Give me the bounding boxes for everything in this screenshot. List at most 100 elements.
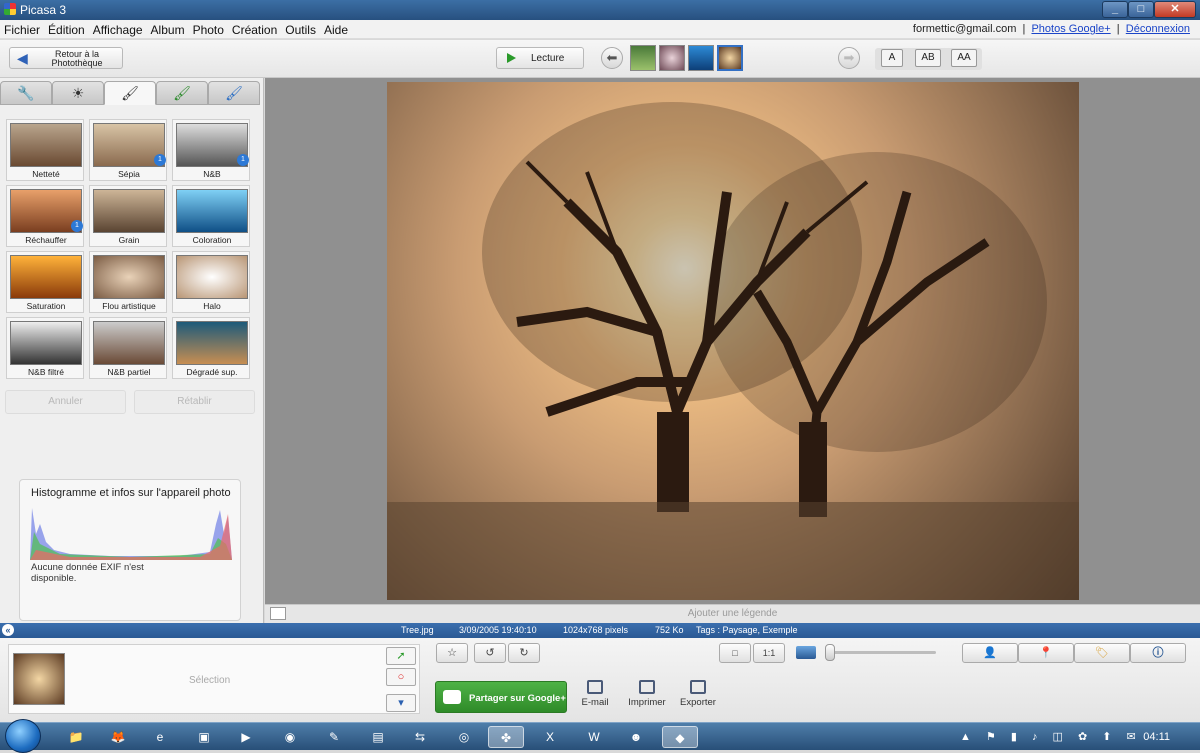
close-button[interactable]: ✕ xyxy=(1154,1,1196,18)
redo-button[interactable]: Rétablir xyxy=(134,390,255,414)
play-label: Lecture xyxy=(531,53,565,64)
app-taskbar-icon[interactable]: ▣ xyxy=(186,726,222,748)
chrome-taskbar-icon[interactable]: ◎ xyxy=(446,726,482,748)
app5-taskbar-icon[interactable]: ⇆ xyxy=(402,726,438,748)
camera-plus-icon xyxy=(443,690,461,704)
zoom-icon xyxy=(796,646,816,659)
picasa-taskbar-icon[interactable]: ✤ xyxy=(488,726,524,748)
album-dropdown-button[interactable]: ▾ xyxy=(386,694,416,712)
green-brush-icon: 🖌 xyxy=(173,85,191,101)
rotate-right-icon: ↻ xyxy=(519,647,529,659)
effect-nb-filtre[interactable]: N&B filtré xyxy=(6,317,84,379)
start-button[interactable] xyxy=(5,719,41,753)
tab-effects[interactable]: 🖌 xyxy=(104,81,156,105)
hold-pin-button[interactable]: ➚ xyxy=(386,647,416,665)
info-icon: ⓘ xyxy=(1152,647,1164,659)
app2-taskbar-icon[interactable]: ◉ xyxy=(272,726,308,748)
back-to-library-button[interactable]: ◀ Retour à la Photothèque xyxy=(9,47,123,69)
star-button[interactable]: ☆ xyxy=(436,643,468,663)
app7-taskbar-icon[interactable]: ◆ xyxy=(662,726,698,748)
previous-photo-button[interactable]: ⬅ xyxy=(601,47,623,69)
maximize-button[interactable]: □ xyxy=(1128,1,1154,18)
menu-affichage[interactable]: Affichage xyxy=(89,20,147,40)
share-label: Partager sur Google+ xyxy=(469,693,566,704)
photo-viewer xyxy=(265,78,1200,605)
menu-creation[interactable]: Création xyxy=(228,20,281,40)
effect-flou-artistique[interactable]: Flou artistique xyxy=(89,251,167,313)
email-button[interactable]: E-mail xyxy=(570,680,620,708)
collapse-icon[interactable]: « xyxy=(2,624,14,636)
zoom-slider-handle[interactable] xyxy=(825,644,835,661)
app3-taskbar-icon[interactable]: ✎ xyxy=(316,726,352,748)
rotate-left-icon: ↺ xyxy=(485,647,495,659)
clear-selection-button[interactable]: ○ xyxy=(386,668,416,686)
excel-taskbar-icon[interactable]: X xyxy=(532,726,568,748)
file-size: 752 Ko xyxy=(655,625,684,635)
tab-effects-3[interactable]: 🖌 xyxy=(208,81,260,105)
fit-button[interactable]: □ xyxy=(719,643,751,663)
system-tray-icons[interactable]: ▲ ⚑ ▮ ♪ ◫ ✿ ⬆ ✉ xyxy=(960,730,1142,743)
effect-halo[interactable]: Halo xyxy=(172,251,250,313)
app4-taskbar-icon[interactable]: ▤ xyxy=(360,726,396,748)
text-size-a-button[interactable]: A xyxy=(881,49,903,67)
explorer-taskbar-icon[interactable]: 📁 xyxy=(58,726,94,748)
applied-badge: 1 xyxy=(71,220,83,232)
effect-grain[interactable]: Grain xyxy=(89,185,167,247)
ie-taskbar-icon[interactable]: e xyxy=(142,726,178,748)
menu-aide[interactable]: Aide xyxy=(320,20,352,40)
logout-link[interactable]: Déconnexion xyxy=(1126,23,1190,35)
minimize-button[interactable]: _ xyxy=(1102,1,1128,18)
menu-fichier[interactable]: Fichier xyxy=(0,20,44,40)
next-photo-button[interactable]: ➡ xyxy=(838,47,860,69)
effect-coloration[interactable]: Coloration xyxy=(172,185,250,247)
places-button[interactable]: 📍 xyxy=(1018,643,1074,663)
menu-outils[interactable]: Outils xyxy=(281,20,320,40)
selection-thumb[interactable] xyxy=(13,653,65,705)
applied-badge: 1 xyxy=(154,154,166,166)
print-button[interactable]: Imprimer xyxy=(622,680,672,708)
tab-tuning[interactable]: ☀ xyxy=(52,81,104,105)
app6-taskbar-icon[interactable]: ☻ xyxy=(618,726,654,748)
rotate-left-button[interactable]: ↺ xyxy=(474,643,506,663)
info-button[interactable]: ⓘ xyxy=(1130,643,1186,663)
tab-basic-fixes[interactable]: 🔧 xyxy=(0,81,52,105)
firefox-taskbar-icon[interactable]: 🦊 xyxy=(100,726,136,748)
effect-saturation[interactable]: Saturation xyxy=(6,251,84,313)
export-button[interactable]: Exporter xyxy=(673,680,723,708)
media-taskbar-icon[interactable]: ▶ xyxy=(228,726,264,748)
actual-size-button[interactable]: 1:1 xyxy=(753,643,785,663)
slideshow-button[interactable]: Lecture xyxy=(496,47,584,69)
main-photo[interactable] xyxy=(387,82,1079,600)
filmstrip-thumb-3[interactable] xyxy=(688,45,714,71)
zoom-slider-track[interactable] xyxy=(830,651,936,654)
export-icon xyxy=(690,680,706,694)
photos-google-link[interactable]: Photos Google+ xyxy=(1031,23,1110,35)
filmstrip-thumb-selected[interactable] xyxy=(717,45,743,71)
effect-nb-partiel[interactable]: N&B partiel xyxy=(89,317,167,379)
word-taskbar-icon[interactable]: W xyxy=(576,726,612,748)
effect-sepia[interactable]: Sépia 1 xyxy=(89,119,167,181)
selection-tray: Sélection xyxy=(8,644,420,714)
filmstrip-thumb-1[interactable] xyxy=(630,45,656,71)
effect-rechauffer[interactable]: Réchauffer 1 xyxy=(6,185,84,247)
text-size-ab-button[interactable]: AB xyxy=(915,49,941,67)
effect-degrade-sup[interactable]: Dégradé sup. xyxy=(172,317,250,379)
share-google-plus-button[interactable]: Partager sur Google+ xyxy=(435,681,567,713)
filmstrip-thumb-2[interactable] xyxy=(659,45,685,71)
effect-nettete[interactable]: Netteté xyxy=(6,119,84,181)
email-label: E-mail xyxy=(581,697,609,708)
people-button[interactable]: 👤 xyxy=(962,643,1018,663)
text-size-aa-button[interactable]: AA xyxy=(951,49,977,67)
undo-button[interactable]: Annuler xyxy=(5,390,126,414)
clock[interactable]: 04:11 xyxy=(1143,731,1170,743)
tab-effects-2[interactable]: 🖌 xyxy=(156,81,208,105)
windows-taskbar: 📁 🦊 e ▣ ▶ ◉ ✎ ▤ ⇆ ◎ ✤ X W ☻ ◆ ▲ ⚑ ▮ ♪ ◫ … xyxy=(0,719,1200,753)
menu-album[interactable]: Album xyxy=(147,20,189,40)
effect-nb[interactable]: N&B 1 xyxy=(172,119,250,181)
menu-edition[interactable]: Édition xyxy=(44,20,89,40)
tags-button[interactable]: 🏷 xyxy=(1074,643,1130,663)
caption-input[interactable]: Ajouter une légende xyxy=(265,608,1200,619)
menu-photo[interactable]: Photo xyxy=(189,20,228,40)
picasa-logo-icon xyxy=(4,3,16,15)
rotate-right-button[interactable]: ↻ xyxy=(508,643,540,663)
